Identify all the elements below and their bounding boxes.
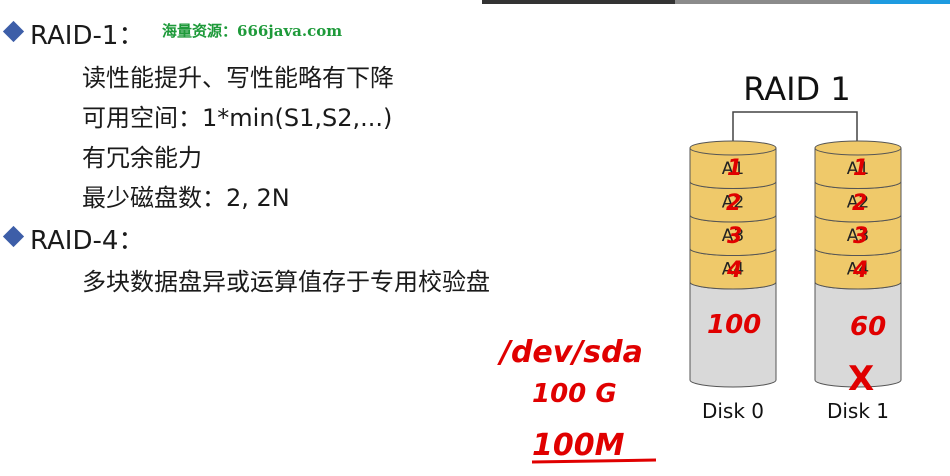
- disk-0-empty-space: [689, 282, 777, 388]
- size-note-1: 100 G: [532, 379, 617, 409]
- disk-0-block-1-label: A1: [722, 159, 744, 179]
- size-note-2: 100M: [532, 428, 625, 463]
- progress-segment-blue: [870, 0, 950, 4]
- disk-1-block-4-label: A4: [847, 259, 869, 279]
- bullet-diamond-icon: [2, 225, 25, 248]
- disk-0-block-4-label: A4: [722, 259, 744, 279]
- disk-0-label: Disk 0: [702, 399, 764, 423]
- disk-1-label: Disk 1: [827, 399, 889, 423]
- disk-0-block-3-label: A3: [722, 226, 744, 246]
- raid1-line-redundancy: 有冗余能力: [82, 144, 202, 172]
- raid1-diagram: RAID 1 A4 A3 A2 A1 A4 A3 A2 A1 Disk 0 Disk 1: [680, 60, 920, 440]
- raid1-line-min-disks: 最少磁盘数：2, 2N: [82, 184, 290, 212]
- device-path-note: /dev/sda: [497, 335, 643, 370]
- bullet-diamond-icon: [2, 20, 25, 43]
- disk-0: A4 A3 A2 A1: [689, 140, 777, 388]
- raid4-line-parity: 多块数据盘异或运算值存于专用校验盘: [82, 268, 490, 296]
- disk-1-block-2-label: A2: [847, 192, 869, 212]
- disk-0-block-1-top: [689, 140, 777, 156]
- progress-segment-dark: [482, 0, 675, 4]
- raid1-line-read-write: 读性能提升、写性能略有下降: [82, 64, 394, 92]
- raid4-heading: RAID-4：: [30, 226, 145, 256]
- size-note-underline: [531, 458, 657, 464]
- top-progress-bar: [482, 0, 950, 4]
- disk-1: A4 A3 A2 A1: [814, 140, 902, 388]
- raid1-heading: RAID-1：: [30, 21, 145, 51]
- disk-1-block-3-label: A3: [847, 226, 869, 246]
- disk-0-block-2-label: A2: [722, 192, 744, 212]
- diagram-title: RAID 1: [743, 70, 850, 108]
- disk-1-empty-space: [814, 282, 902, 388]
- disk-1-block-1-label: A1: [847, 159, 869, 179]
- mirror-connector: [732, 111, 858, 142]
- raid1-line-capacity: 可用空间：1*min(S1,S2,...): [82, 104, 393, 132]
- watermark-text: 海量资源：666java.com: [162, 22, 343, 40]
- raid1-diagram-svg: RAID 1 A4 A3 A2 A1 A4 A3 A2 A1 Disk 0 Disk 1: [689, 70, 902, 423]
- disk-1-block-1-top: [814, 140, 902, 156]
